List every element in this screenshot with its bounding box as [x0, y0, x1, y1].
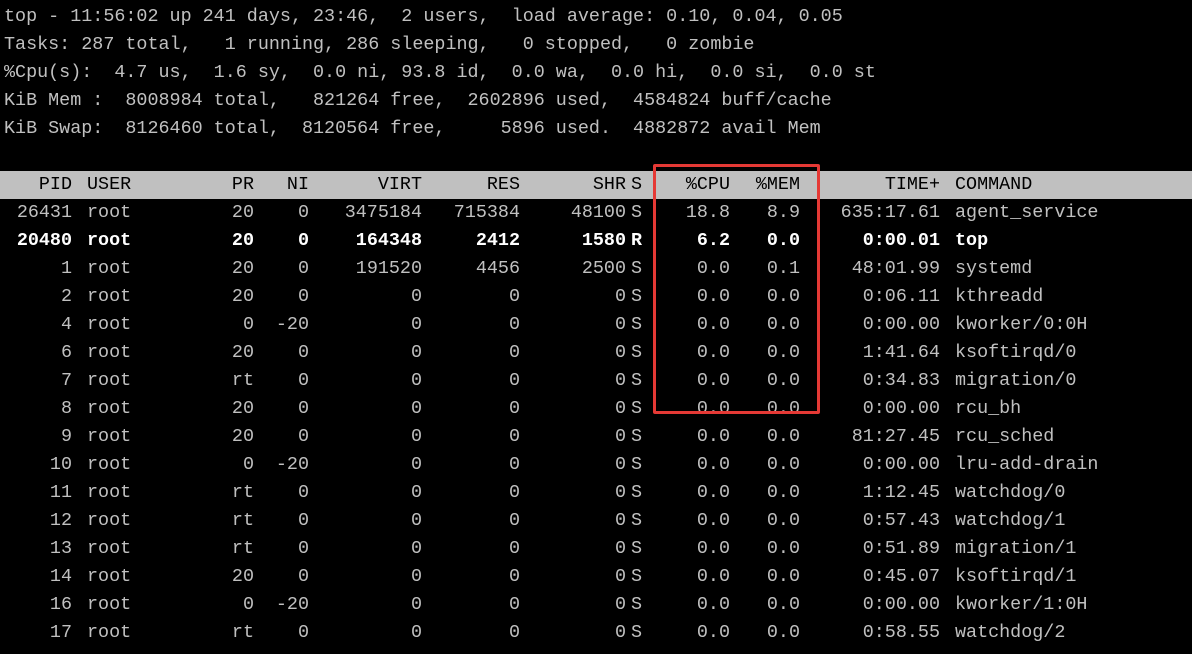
swap-line: KiB Swap: 8126460 total, 8120564 free, 5…	[4, 118, 821, 139]
time-cell: 0:51.89	[862, 538, 940, 559]
mem-line: KiB Mem : 8008984 total, 821264 free, 26…	[4, 90, 832, 111]
terminal-window[interactable]: top - 11:56:02 up 241 days, 23:46, 2 use…	[0, 0, 1192, 654]
time-cell: 0:00.01	[862, 230, 940, 251]
cpu-line: %Cpu(s): 4.7 us, 1.6 sy, 0.0 ni, 93.8 id…	[4, 62, 876, 83]
command-cell: ksoftirqd/0	[955, 342, 1077, 363]
time-cell: 0:57.43	[862, 510, 940, 531]
command-cell: lru-add-drain	[955, 454, 1099, 475]
command-cell: watchdog/1	[955, 510, 1066, 531]
command-cell: ksoftirqd/1	[955, 566, 1077, 587]
command-cell: kworker/0:0H	[955, 314, 1088, 335]
command-cell: rcu_sched	[955, 426, 1055, 447]
command-cell: kworker/1:0H	[955, 594, 1088, 615]
command-cell: kthreadd	[955, 286, 1044, 307]
command-cell: systemd	[955, 258, 1033, 279]
command-cell: watchdog/2	[955, 622, 1066, 643]
column-header-row: PID USER PR NI VIRT RES SHR S %CPU %MEM TIME+ COMMA…	[0, 171, 1192, 199]
time-cell: 0:00.00	[862, 594, 940, 615]
time-cell: 0:00.00	[862, 398, 940, 419]
time-cell: 0:00.00	[862, 314, 940, 335]
time-cell: 81:27.45	[851, 426, 940, 447]
time-cell: 635:17.61	[840, 202, 940, 223]
uptime-load-line: top - 11:56:02 up 241 days, 23:46, 2 use…	[4, 6, 843, 27]
time-cell: 1:41.64	[862, 342, 940, 363]
tasks-line: Tasks: 287 total, 1 running, 286 sleepin…	[4, 34, 755, 55]
command-cell: agent_service	[955, 202, 1099, 223]
header-time: TIME+	[884, 174, 940, 195]
command-cell: migration/0	[955, 370, 1077, 391]
time-cell: 48:01.99	[851, 258, 940, 279]
time-cell: 0:58.55	[862, 622, 940, 643]
time-cell: 0:00.00	[862, 454, 940, 475]
time-cell: 1:12.45	[862, 482, 940, 503]
command-cell: watchdog/0	[955, 482, 1066, 503]
time-cell: 0:34.83	[862, 370, 940, 391]
header-command: COMMAND	[955, 174, 1033, 195]
time-cell: 0:06.11	[862, 286, 940, 307]
command-cell: migration/1	[955, 538, 1077, 559]
time-cell: 0:45.07	[862, 566, 940, 587]
command-cell: top	[955, 230, 989, 251]
command-cell: rcu_bh	[955, 398, 1022, 419]
